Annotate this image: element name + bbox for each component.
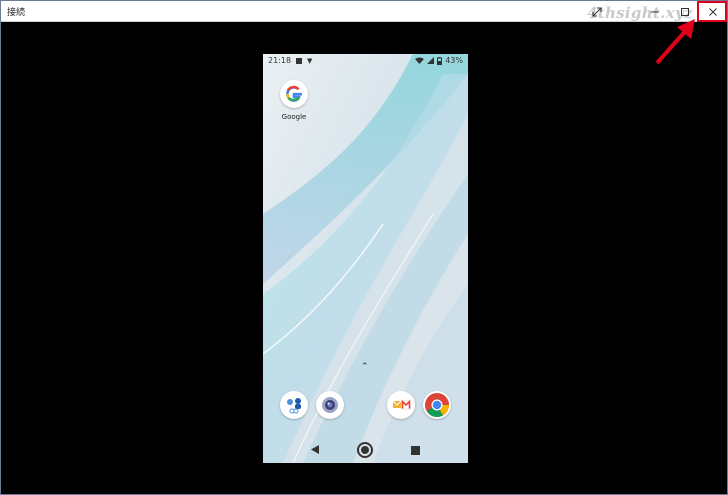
red-arrow-annotation [655,19,695,65]
signal-icon [427,57,435,64]
app-google[interactable]: Google [280,80,308,121]
expand-button[interactable] [583,1,611,22]
title-bar[interactable]: 接続 4thsight.xyz [1,1,727,22]
home-dot [361,446,369,454]
status-time: 21:18 [268,56,292,65]
app-window: 接続 4thsight.xyz 21:18 ▼ 43% Google ⌃ [0,0,728,495]
phone-screen[interactable]: 21:18 ▼ 43% Google ⌃ [263,54,468,463]
back-icon[interactable] [310,444,320,455]
app-drawer-chevron-icon[interactable]: ⌃ [361,362,369,372]
wifi-icon [415,57,425,64]
nav-bar [263,440,468,460]
home-icon[interactable] [357,442,373,458]
status-indicators: 43% [415,56,463,65]
chrome-icon [423,391,451,419]
google-icon [280,80,308,108]
app-chrome[interactable] [423,391,451,419]
close-highlight-box [697,1,727,22]
window-title: 接続 [7,8,26,18]
app-label-google: Google [281,113,307,121]
battery-level: 43% [445,56,463,65]
messages-mail-icon [387,391,415,419]
phone-contacts-icon [280,391,308,419]
expand-icon [592,7,602,16]
status-bar: 21:18 ▼ 43% [263,54,468,68]
battery-icon [437,56,443,65]
camera-icon [316,391,344,419]
shield-icon: ▼ [307,57,313,65]
app-messages-mail[interactable] [387,391,415,419]
app-phone-contacts[interactable] [280,391,308,419]
app-camera[interactable] [316,391,344,419]
recents-icon[interactable] [411,446,420,455]
notification-icon [296,58,302,64]
